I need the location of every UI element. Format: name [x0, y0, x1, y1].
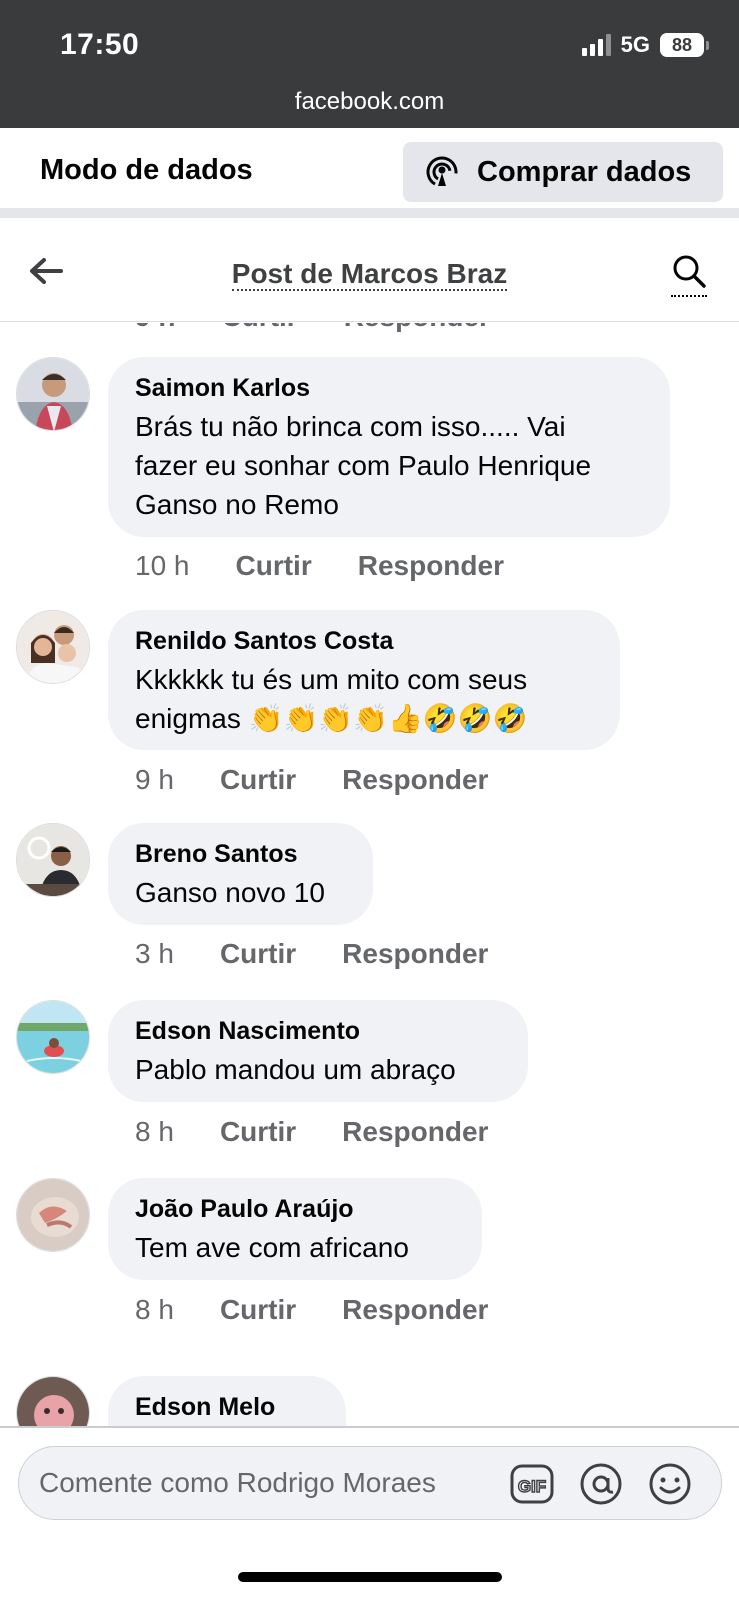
at-icon: [580, 1463, 622, 1505]
comment-line: Tem ave com africano: [135, 1232, 409, 1263]
network-type: 5G: [620, 32, 650, 57]
comment-actions: 9 h Curtir Responder: [135, 764, 534, 796]
comment-text: Ganso novo 10: [135, 873, 347, 912]
buy-data-button[interactable]: Comprar dados: [403, 142, 723, 202]
reply-button[interactable]: Responder: [342, 1116, 488, 1148]
comment-line: fazer eu sonhar com Paulo Henrique: [135, 450, 592, 481]
comment-time: 8 h: [135, 1116, 174, 1147]
avatar[interactable]: [16, 610, 90, 684]
buy-data-label: Comprar dados: [477, 155, 692, 188]
comment-text: Pablo mandou um abraço: [135, 1050, 502, 1089]
comment-line: Kkkkkk tu és um mito com seus: [135, 664, 528, 695]
avatar[interactable]: [16, 1000, 90, 1074]
comment-line: enigmas 👏👏👏👏👍🤣🤣🤣: [135, 703, 528, 734]
status-time: 17:50: [60, 28, 140, 61]
comment-text: Kkkkkk tu és um mito com seus enigmas 👏👏…: [135, 660, 594, 738]
search-button[interactable]: [671, 254, 707, 297]
comment-author[interactable]: Renildo Santos Costa: [135, 626, 594, 656]
search-icon: [673, 255, 706, 288]
comment-actions: 3 h Curtir Responder: [135, 938, 534, 970]
like-button[interactable]: Curtir: [236, 550, 312, 582]
like-button[interactable]: Curtir: [221, 323, 297, 333]
comment-author[interactable]: Edson Nascimento: [135, 1016, 502, 1046]
comment-actions: 8 h Curtir Responder: [135, 1116, 534, 1148]
like-button[interactable]: Curtir: [220, 764, 296, 796]
comment-bubble[interactable]: Edson Melo: [108, 1376, 346, 1426]
gif-button[interactable]: GIF: [509, 1462, 555, 1511]
avatar[interactable]: [16, 823, 90, 897]
status-bar: 17:50 5G 88 facebook.com: [0, 0, 739, 128]
data-mode-title: Modo de dados: [40, 154, 253, 186]
like-button[interactable]: Curtir: [220, 1294, 296, 1326]
like-button[interactable]: Curtir: [220, 938, 296, 970]
like-button[interactable]: Curtir: [220, 1116, 296, 1148]
comment-text: Tem ave com africano: [135, 1228, 456, 1267]
avatar[interactable]: [16, 1178, 90, 1252]
comment-line: Pablo mandou um abraço: [135, 1054, 456, 1085]
comment-bubble[interactable]: João Paulo Araújo Tem ave com africano: [108, 1178, 482, 1280]
reply-button[interactable]: Responder: [342, 1294, 488, 1326]
comment-bubble[interactable]: Breno Santos Ganso novo 10: [108, 823, 373, 925]
comment-actions: 8 h Curtir Responder: [135, 1294, 534, 1326]
smiley-icon: [649, 1463, 691, 1505]
page-title[interactable]: Post de Marcos Braz: [0, 258, 739, 291]
reply-button[interactable]: Responder: [342, 938, 488, 970]
gif-label: GIF: [518, 1477, 546, 1496]
home-indicator[interactable]: [238, 1572, 502, 1582]
comment-bubble[interactable]: Edson Nascimento Pablo mandou um abraço: [108, 1000, 528, 1102]
comment-time: 10 h: [135, 550, 190, 581]
battery-icon: 88: [660, 33, 709, 57]
comment-author[interactable]: Edson Melo: [135, 1392, 320, 1422]
avatar[interactable]: [16, 357, 90, 431]
emoji-button[interactable]: [647, 1462, 693, 1511]
status-indicators: 5G 88: [581, 32, 709, 58]
post-header: Post de Marcos Braz: [0, 228, 739, 322]
signal-icon: [581, 34, 611, 56]
reply-button[interactable]: Responder: [344, 323, 490, 333]
comment-line: Ganso novo 10: [135, 877, 325, 908]
comment-actions: 9 h Curtir Responder: [135, 323, 490, 333]
comment-line: Brás tu não brinca com isso..... Vai: [135, 411, 566, 442]
comment-author[interactable]: Breno Santos: [135, 839, 347, 869]
comment-input-container[interactable]: GIF: [18, 1446, 722, 1520]
comment-actions: 10 h Curtir Responder: [135, 550, 550, 582]
comment-line: Ganso no Remo: [135, 489, 339, 520]
comment-composer: GIF: [0, 1426, 739, 1600]
broadcast-icon: [426, 156, 458, 188]
page-title-text[interactable]: Post de Marcos Braz: [231, 258, 508, 291]
data-mode-bar: Modo de dados Comprar dados: [0, 128, 739, 218]
reply-button[interactable]: Responder: [358, 550, 504, 582]
reply-button[interactable]: Responder: [342, 764, 488, 796]
mention-button[interactable]: [578, 1462, 624, 1511]
comment-time: 9 h: [135, 323, 175, 333]
comment-text: Brás tu não brinca com isso..... Vai faz…: [135, 407, 644, 524]
comment-time: 9 h: [135, 764, 174, 795]
avatar[interactable]: [16, 1376, 90, 1426]
comment-time: 3 h: [135, 938, 174, 969]
comments-list[interactable]: 9 h Curtir Responder Saimon Karlos Brás …: [0, 323, 739, 1426]
comment-bubble[interactable]: Renildo Santos Costa Kkkkkk tu és um mit…: [108, 610, 620, 750]
comment-bubble[interactable]: Saimon Karlos Brás tu não brinca com iss…: [108, 357, 670, 537]
comment-time: 8 h: [135, 1294, 174, 1325]
comment-author[interactable]: João Paulo Araújo: [135, 1194, 456, 1224]
comment-input[interactable]: [39, 1447, 509, 1519]
comment-author[interactable]: Saimon Karlos: [135, 373, 644, 403]
battery-level: 88: [660, 33, 704, 57]
browser-url[interactable]: facebook.com: [0, 88, 739, 116]
